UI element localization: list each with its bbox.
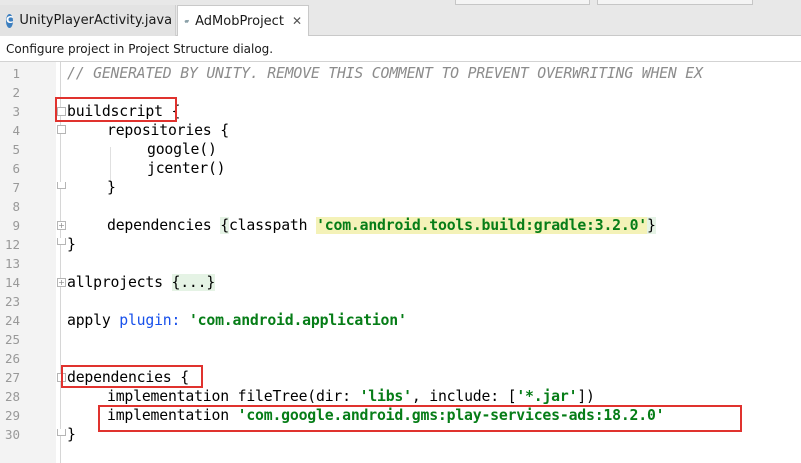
tab-label: AdMobProject [195, 13, 284, 29]
fold-end-marker-icon[interactable] [57, 182, 66, 189]
code-line[interactable]: 12 } [0, 235, 801, 254]
fold-marker-icon[interactable] [57, 125, 66, 134]
code-line[interactable]: 1 // GENERATED BY UNITY. REMOVE THIS COM… [0, 64, 801, 83]
tab-partial[interactable] [597, 0, 753, 5]
project-structure-notification: Configure project in Project Structure d… [0, 36, 801, 62]
code-line[interactable]: 9 dependencies {classpath 'com.android.t… [0, 216, 801, 235]
code-line[interactable]: 13 [0, 254, 801, 273]
code-line[interactable]: 23 [0, 292, 801, 311]
highlight-dependencies [61, 365, 203, 388]
fold-expand-icon[interactable]: + [57, 278, 66, 287]
fold-expand-icon[interactable]: + [57, 221, 66, 230]
code-line[interactable]: 7 } [0, 178, 801, 197]
tab-partial[interactable] [455, 0, 590, 5]
plugin-string: 'com.android.application' [188, 312, 407, 329]
code-line[interactable]: 14 allprojects {...} [0, 273, 801, 292]
highlight-buildscript [55, 97, 177, 122]
tab-label: UnityPlayerActivity.java [19, 13, 173, 28]
fold-end-marker-icon[interactable] [57, 429, 66, 436]
editor-tab-bar: C UnityPlayerActivity.java AdMobProject … [0, 0, 801, 36]
java-class-icon: C [6, 13, 14, 28]
fold-end-marker-icon[interactable] [57, 238, 66, 245]
code-line[interactable]: 6 jcenter() [0, 159, 801, 178]
gradle-elephant-icon [184, 19, 189, 23]
tab-unity-player-activity[interactable]: C UnityPlayerActivity.java [0, 5, 176, 36]
tab-admob-project[interactable]: AdMobProject ✕ [177, 5, 309, 36]
close-tab-icon[interactable]: ✕ [292, 14, 302, 28]
collapsed-block[interactable]: {...} [171, 274, 215, 291]
code-line[interactable]: 8 [0, 197, 801, 216]
code-line[interactable]: 4 repositories { [0, 121, 801, 140]
code-line[interactable]: 25 [0, 330, 801, 349]
code-line[interactable]: 28 implementation fileTree(dir: 'libs', … [0, 387, 801, 406]
code-line[interactable]: 5 google() [0, 140, 801, 159]
comment-text: // GENERATED BY UNITY. REMOVE THIS COMME… [67, 65, 703, 82]
highlight-play-services-ads [98, 405, 742, 432]
code-line[interactable]: 24 apply plugin: 'com.android.applicatio… [0, 311, 801, 330]
classpath-string: 'com.android.tools.build:gradle:3.2.0' [316, 217, 647, 234]
